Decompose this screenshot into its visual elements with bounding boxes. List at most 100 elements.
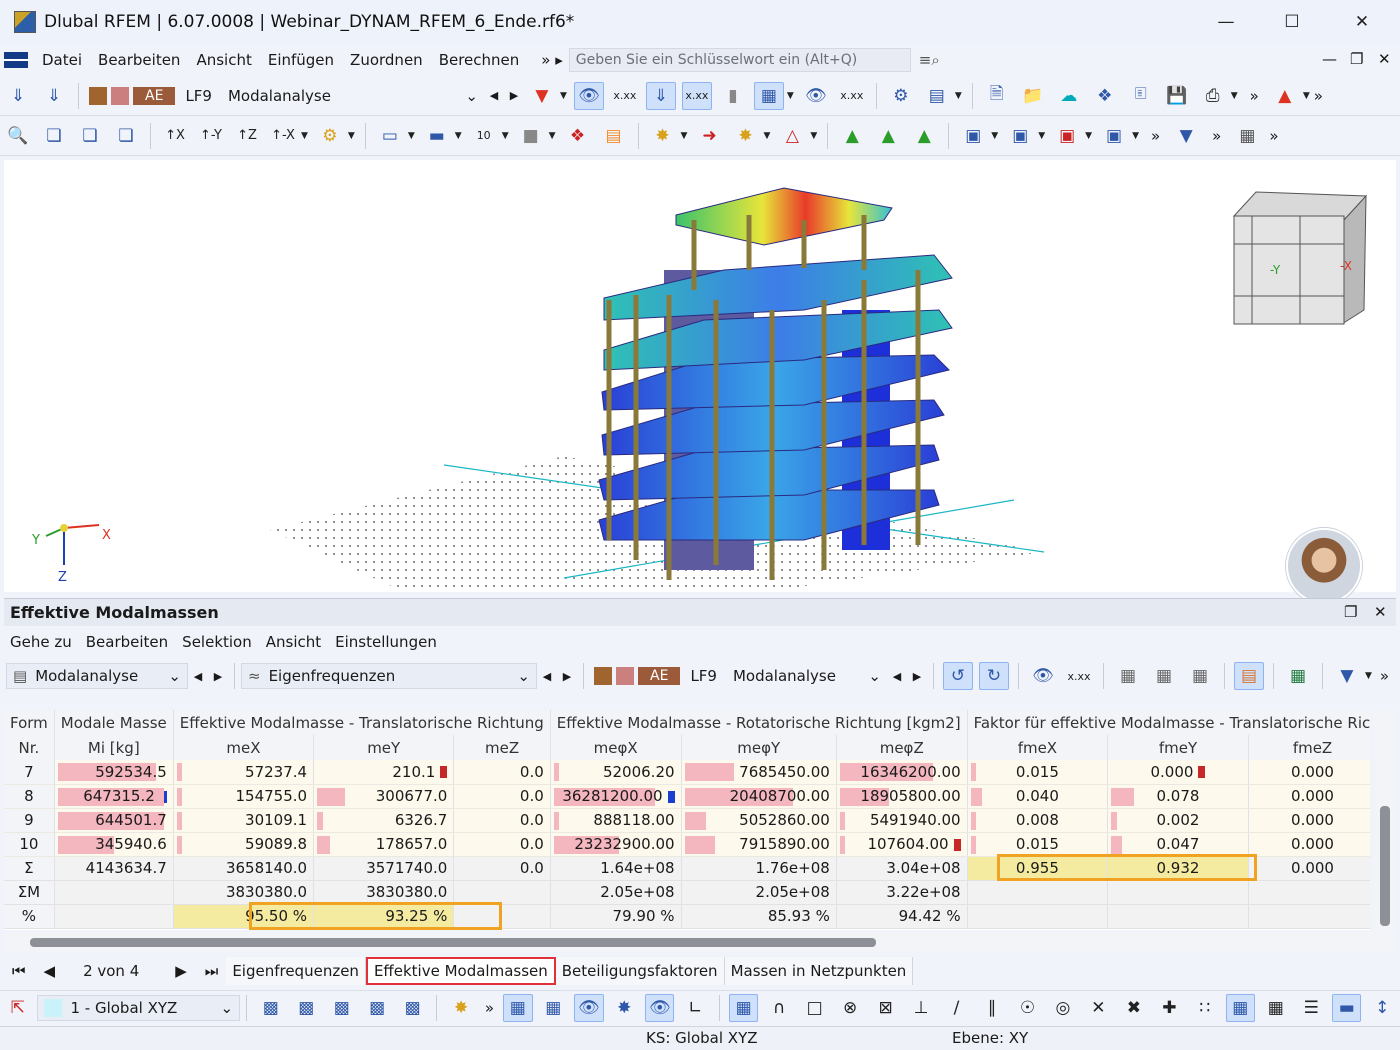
last-page-icon[interactable]: ⏭ [205, 962, 219, 980]
grid-eye-icon[interactable]: 👁 [574, 993, 604, 1022]
panel-menu-bearbeiten[interactable]: Bearbeiten [86, 633, 168, 651]
open-folder-icon[interactable]: 📁 [1018, 82, 1048, 110]
avatar[interactable] [1286, 528, 1362, 604]
zoom-delete-icon[interactable]: 🔍 [3, 122, 33, 150]
view-snap-icon[interactable]: 👁 [644, 993, 675, 1022]
search-options-icon[interactable]: ≡⌕ [919, 51, 940, 69]
horizontal-scroll-thumb[interactable] [30, 938, 876, 947]
prev-loadcase-button[interactable]: ◀ [484, 84, 504, 108]
menu-overflow-icon[interactable]: » ▸ [541, 51, 562, 69]
panel-menu-einstellungen[interactable]: Einstellungen [335, 633, 437, 651]
sync-view-icon[interactable]: ↻ [978, 662, 1009, 690]
display-grid-icon[interactable]: ▦ [753, 81, 784, 110]
mesh-icon[interactable]: ❖ [563, 122, 593, 150]
panel-close-icon[interactable]: ✕ [1374, 603, 1387, 621]
view-minus-x-icon[interactable]: ↑-X [268, 122, 298, 150]
result-eye-icon[interactable]: 👁 [801, 82, 831, 110]
prev-table-button[interactable]: ◀ [537, 664, 557, 688]
parallel-icon[interactable]: ∥ [977, 994, 1006, 1022]
excel-export-icon[interactable]: ▦ [1283, 662, 1313, 690]
view-z-icon[interactable]: ↑Z [232, 122, 262, 150]
snap-grid-icon[interactable]: ▩ [256, 994, 285, 1022]
table-row-sum-m[interactable]: ΣM 3830380.0 3830380.0 2.05e+08 2.05e+08… [4, 880, 1370, 905]
view-cube[interactable]: -Y -X [1230, 186, 1370, 326]
points-icon[interactable]: ∷ [1190, 994, 1219, 1022]
results-table[interactable]: Form Modale Masse Effektive Modalmasse -… [4, 710, 1370, 930]
model-viewport[interactable]: X Y Z -Y -X [4, 160, 1396, 592]
magnet-icon[interactable]: ∩ [764, 994, 793, 1022]
menu-zuordnen[interactable]: Zuordnen [350, 51, 423, 69]
filter-icon[interactable]: ▼ [1171, 122, 1201, 150]
cursor-snap-icon[interactable]: ✸ [610, 994, 639, 1022]
view-wire-icon[interactable]: ❏ [111, 122, 141, 150]
panel-loadcase-combo[interactable]: Modalanalyse ⌄ [726, 663, 887, 689]
coordinate-system-icon[interactable]: ⇱ [3, 994, 32, 1022]
result-values-icon[interactable]: x.xx [1064, 662, 1094, 690]
snap-node-icon[interactable]: ▩ [327, 994, 356, 1022]
table-row[interactable]: 9 644501.7 30109.1 6326.7 0.0 888118.00 505286… [4, 808, 1370, 833]
support-3-icon[interactable]: ▲ [909, 122, 939, 150]
table-columns-icon[interactable]: ▦ [1149, 662, 1179, 690]
toolbar-overflow-icon[interactable]: » [1250, 87, 1259, 105]
tab-eigenfrequenzen[interactable]: Eigenfrequenzen [226, 957, 366, 985]
tab-massen-in-netzpunkten[interactable]: Massen in Netzpunkten [724, 957, 914, 985]
angle-icon[interactable]: ∟ [680, 994, 709, 1022]
menu-ansicht[interactable]: Ansicht [196, 51, 251, 69]
panel-loadcase-selector[interactable]: AE LF9 Modalanalyse ⌄ [590, 663, 887, 689]
surface-display-icon[interactable]: ▭ [375, 122, 405, 150]
section-icon[interactable]: ■ [516, 122, 546, 150]
vertical-scrollbar[interactable] [1374, 710, 1396, 930]
snap-line-icon[interactable]: ▩ [362, 994, 391, 1022]
deformation-icon[interactable]: ⇓ [645, 81, 676, 110]
first-page-icon[interactable]: ⏮ [12, 962, 26, 980]
view-iso-icon[interactable]: ❏ [39, 122, 69, 150]
next-loadcase-button[interactable]: ▶ [504, 84, 524, 108]
polyline-icon[interactable]: △ [777, 122, 807, 150]
search-input[interactable]: Geben Sie ein Schlüsselwort ein (Alt+Q) [568, 48, 911, 72]
box-x-icon[interactable]: ⊠ [871, 994, 900, 1022]
snap-member-icon[interactable]: ▩ [398, 994, 427, 1022]
intersection-icon[interactable]: ✖ [1119, 994, 1148, 1022]
hatch-icon[interactable]: ▤ [599, 122, 629, 150]
toolbar-overflow-icon-4[interactable]: » [1212, 127, 1221, 145]
coordinate-system-combo[interactable]: 1 - Global XYZ ⌄ [37, 994, 241, 1021]
bottom-overflow-icon[interactable]: » [485, 999, 494, 1017]
load-2-icon[interactable]: ▣ [1005, 122, 1035, 150]
loadcase-combo[interactable]: Modalanalyse ⌄ [221, 82, 484, 109]
load-4-icon[interactable]: ▣ [1099, 122, 1129, 150]
report-icon[interactable]: 🗉 [1126, 82, 1156, 110]
ribbon-minimize-icon[interactable]: — [1322, 50, 1337, 68]
view-minus-y-icon[interactable]: ↑-Y [196, 122, 226, 150]
tab-effektive-modalmassen[interactable]: Effektive Modalmassen [365, 957, 556, 985]
show-result-icon[interactable]: 👁 [1028, 662, 1058, 690]
model-icon[interactable]: ❖ [1090, 82, 1120, 110]
show-results-icon[interactable]: 👁 [573, 81, 604, 110]
layers-icon[interactable]: ☰ [1297, 994, 1326, 1022]
filter-icon[interactable]: ▼ [1332, 662, 1362, 690]
document-icon[interactable]: 🗎 [982, 82, 1012, 110]
prev-page-icon[interactable]: ◀ [44, 962, 56, 980]
midpoint-icon[interactable]: ✕ [1084, 994, 1113, 1022]
select-mode-icon[interactable]: ▲ [1270, 82, 1300, 110]
numbers-icon[interactable]: x.xx [837, 82, 867, 110]
save-icon[interactable]: 💾 [1162, 82, 1192, 110]
table-row-sum[interactable]: Σ 4143634.7 3658140.0 3571740.0 0.0 1.64… [4, 856, 1370, 881]
slash-icon[interactable]: ∕ [942, 994, 971, 1022]
cloud-icon[interactable]: ☁ [1054, 82, 1084, 110]
table-row[interactable]: 10 345940.6 59089.8 178657.0 0.0 23232900.00 7… [4, 832, 1370, 857]
load-icon[interactable]: ▣ [958, 122, 988, 150]
grid-toggle-icon[interactable]: ▦ [503, 993, 533, 1022]
prev-analysis-button[interactable]: ◀ [188, 664, 208, 688]
menu-einfuegen[interactable]: Einfügen [268, 51, 334, 69]
circle-icon[interactable]: ◎ [1048, 994, 1077, 1022]
toolbar-overflow-icon-5[interactable]: » [1269, 127, 1278, 145]
dimension-icon[interactable]: 10 [469, 122, 499, 150]
horizontal-scrollbar[interactable] [4, 932, 1396, 952]
menu-berechnen[interactable]: Berechnen [439, 51, 520, 69]
panel-toolbar-overflow-icon[interactable]: » [1380, 667, 1389, 685]
load-3-icon[interactable]: ▣ [1052, 122, 1082, 150]
next-analysis-button[interactable]: ▶ [208, 664, 228, 688]
level-icon[interactable]: ▬ [1331, 993, 1362, 1022]
solid-view-icon[interactable]: ▮ [718, 82, 748, 110]
language-flag-icon[interactable] [4, 52, 28, 68]
